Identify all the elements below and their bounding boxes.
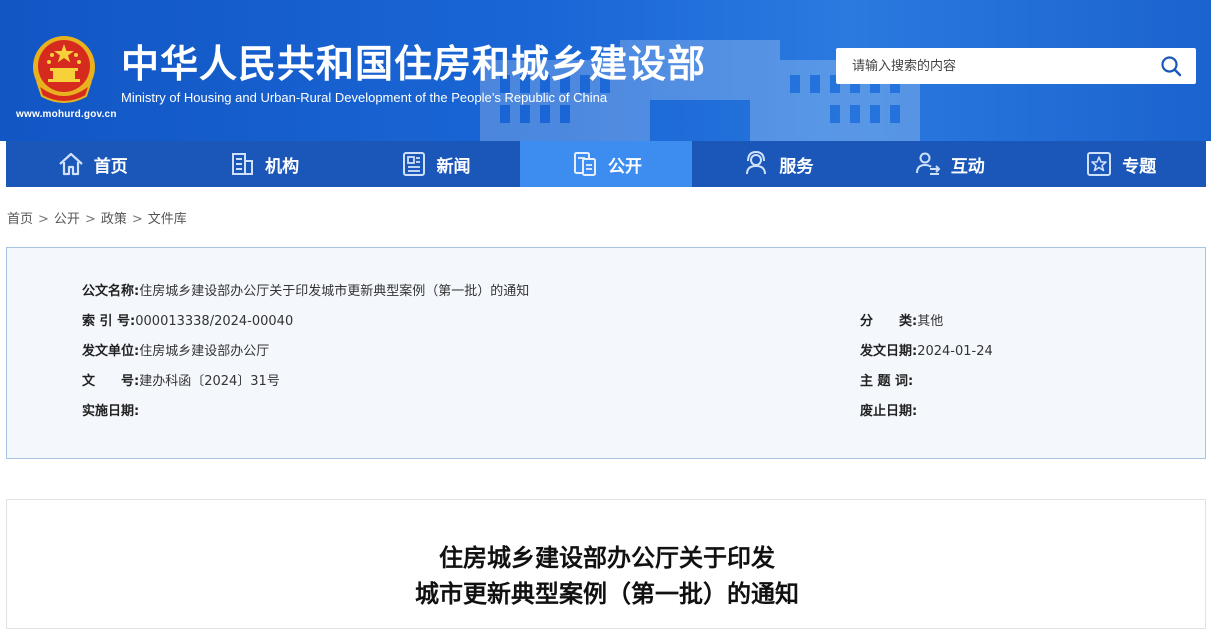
article-title-line-1: 住房城乡建设部办公厅关于印发 xyxy=(439,544,775,572)
service-icon xyxy=(746,150,767,175)
site-url[interactable]: www.mohurd.gov.cn xyxy=(16,109,117,120)
interact-icon xyxy=(915,152,941,175)
info-row-index: 索 引 号:000013338/2024-00040 xyxy=(82,310,293,329)
building-icon xyxy=(232,153,254,175)
search-icon[interactable] xyxy=(1160,55,1182,77)
info-label: 实施日期: xyxy=(82,404,140,419)
search-input[interactable] xyxy=(836,48,1146,84)
info-row-category: 分 类:其他 xyxy=(860,310,943,329)
site-title[interactable]: 中华人民共和国住房和城乡建设部 xyxy=(121,40,706,88)
info-row-expire: 废止日期: xyxy=(860,400,917,419)
nav-item-home[interactable]: 首页 xyxy=(6,141,177,187)
breadcrumb-home[interactable]: 首页 xyxy=(7,212,33,227)
info-value: 建办科函〔2024〕31号 xyxy=(139,374,280,389)
document-info-box: 公文名称:住房城乡建设部办公厅关于印发城市更新典型案例（第一批）的通知 索 引 … xyxy=(6,247,1206,459)
article-panel: 住房城乡建设部办公厅关于印发 城市更新典型案例（第一批）的通知 xyxy=(6,499,1206,629)
nav-item-organization[interactable]: 机构 xyxy=(177,141,348,187)
nav-label: 专题 xyxy=(1122,156,1157,177)
nav-item-topics[interactable]: 专题 xyxy=(1035,141,1206,187)
main-nav: 首页 机构 新闻 公开 服务 互动 专题 xyxy=(6,141,1206,187)
nav-item-interact[interactable]: 互动 xyxy=(863,141,1034,187)
nav-label: 服务 xyxy=(779,156,814,177)
breadcrumb-separator: > xyxy=(38,212,49,227)
article-title-line-2: 城市更新典型案例（第一批）的通知 xyxy=(415,580,799,608)
breadcrumb: 首页 > 公开 > 政策 > 文件库 xyxy=(7,208,187,227)
breadcrumb-separator: > xyxy=(84,212,96,227)
nav-label: 互动 xyxy=(950,156,985,177)
nav-label: 机构 xyxy=(265,156,300,177)
info-row-effective: 实施日期: xyxy=(82,400,139,419)
info-value: 住房城乡建设部办公厅 xyxy=(139,344,270,359)
nav-item-news[interactable]: 新闻 xyxy=(349,141,520,187)
nav-item-open[interactable]: 公开 xyxy=(520,141,692,187)
nav-label: 新闻 xyxy=(436,156,471,177)
info-label: 分 类: xyxy=(860,314,918,329)
breadcrumb-separator: > xyxy=(131,212,143,227)
document-icon xyxy=(573,152,596,176)
info-label: 发文单位: xyxy=(82,344,140,359)
national-emblem-icon xyxy=(33,36,95,103)
star-icon xyxy=(1087,152,1112,176)
breadcrumb-library[interactable]: 文件库 xyxy=(148,212,187,227)
info-row-name: 公文名称:住房城乡建设部办公厅关于印发城市更新典型案例（第一批）的通知 xyxy=(82,280,529,299)
info-label: 公文名称: xyxy=(82,284,140,299)
breadcrumb-policy[interactable]: 政策 xyxy=(101,212,127,227)
info-row-issuer: 发文单位:住房城乡建设部办公厅 xyxy=(82,340,269,359)
breadcrumb-open[interactable]: 公开 xyxy=(54,212,80,227)
info-label: 废止日期: xyxy=(860,404,918,419)
info-value: 其他 xyxy=(917,314,944,329)
search-bar xyxy=(836,48,1196,84)
site-subtitle: Ministry of Housing and Urban-Rural Deve… xyxy=(121,90,608,105)
nav-label: 首页 xyxy=(93,156,128,177)
info-label: 文 号: xyxy=(82,374,140,389)
nav-item-service[interactable]: 服务 xyxy=(692,141,863,187)
article-title: 住房城乡建设部办公厅关于印发 城市更新典型案例（第一批）的通知 xyxy=(7,540,1207,612)
info-row-docno: 文 号:建办科函〔2024〕31号 xyxy=(82,370,280,389)
info-label: 发文日期: xyxy=(860,344,918,359)
info-row-keyword: 主 题 词: xyxy=(860,370,913,389)
nav-label: 公开 xyxy=(607,156,642,177)
info-value: 住房城乡建设部办公厅关于印发城市更新典型案例（第一批）的通知 xyxy=(139,284,530,299)
news-icon xyxy=(402,152,425,176)
info-label: 索 引 号: xyxy=(82,314,136,329)
info-value: 2024-01-24 xyxy=(917,344,993,359)
info-value: 000013338/2024-00040 xyxy=(135,314,294,329)
info-label: 主 题 词: xyxy=(860,374,914,389)
info-row-date: 发文日期:2024-01-24 xyxy=(860,340,993,359)
site-header: www.mohurd.gov.cn 中华人民共和国住房和城乡建设部 Minist… xyxy=(0,0,1211,141)
home-icon xyxy=(58,152,83,176)
